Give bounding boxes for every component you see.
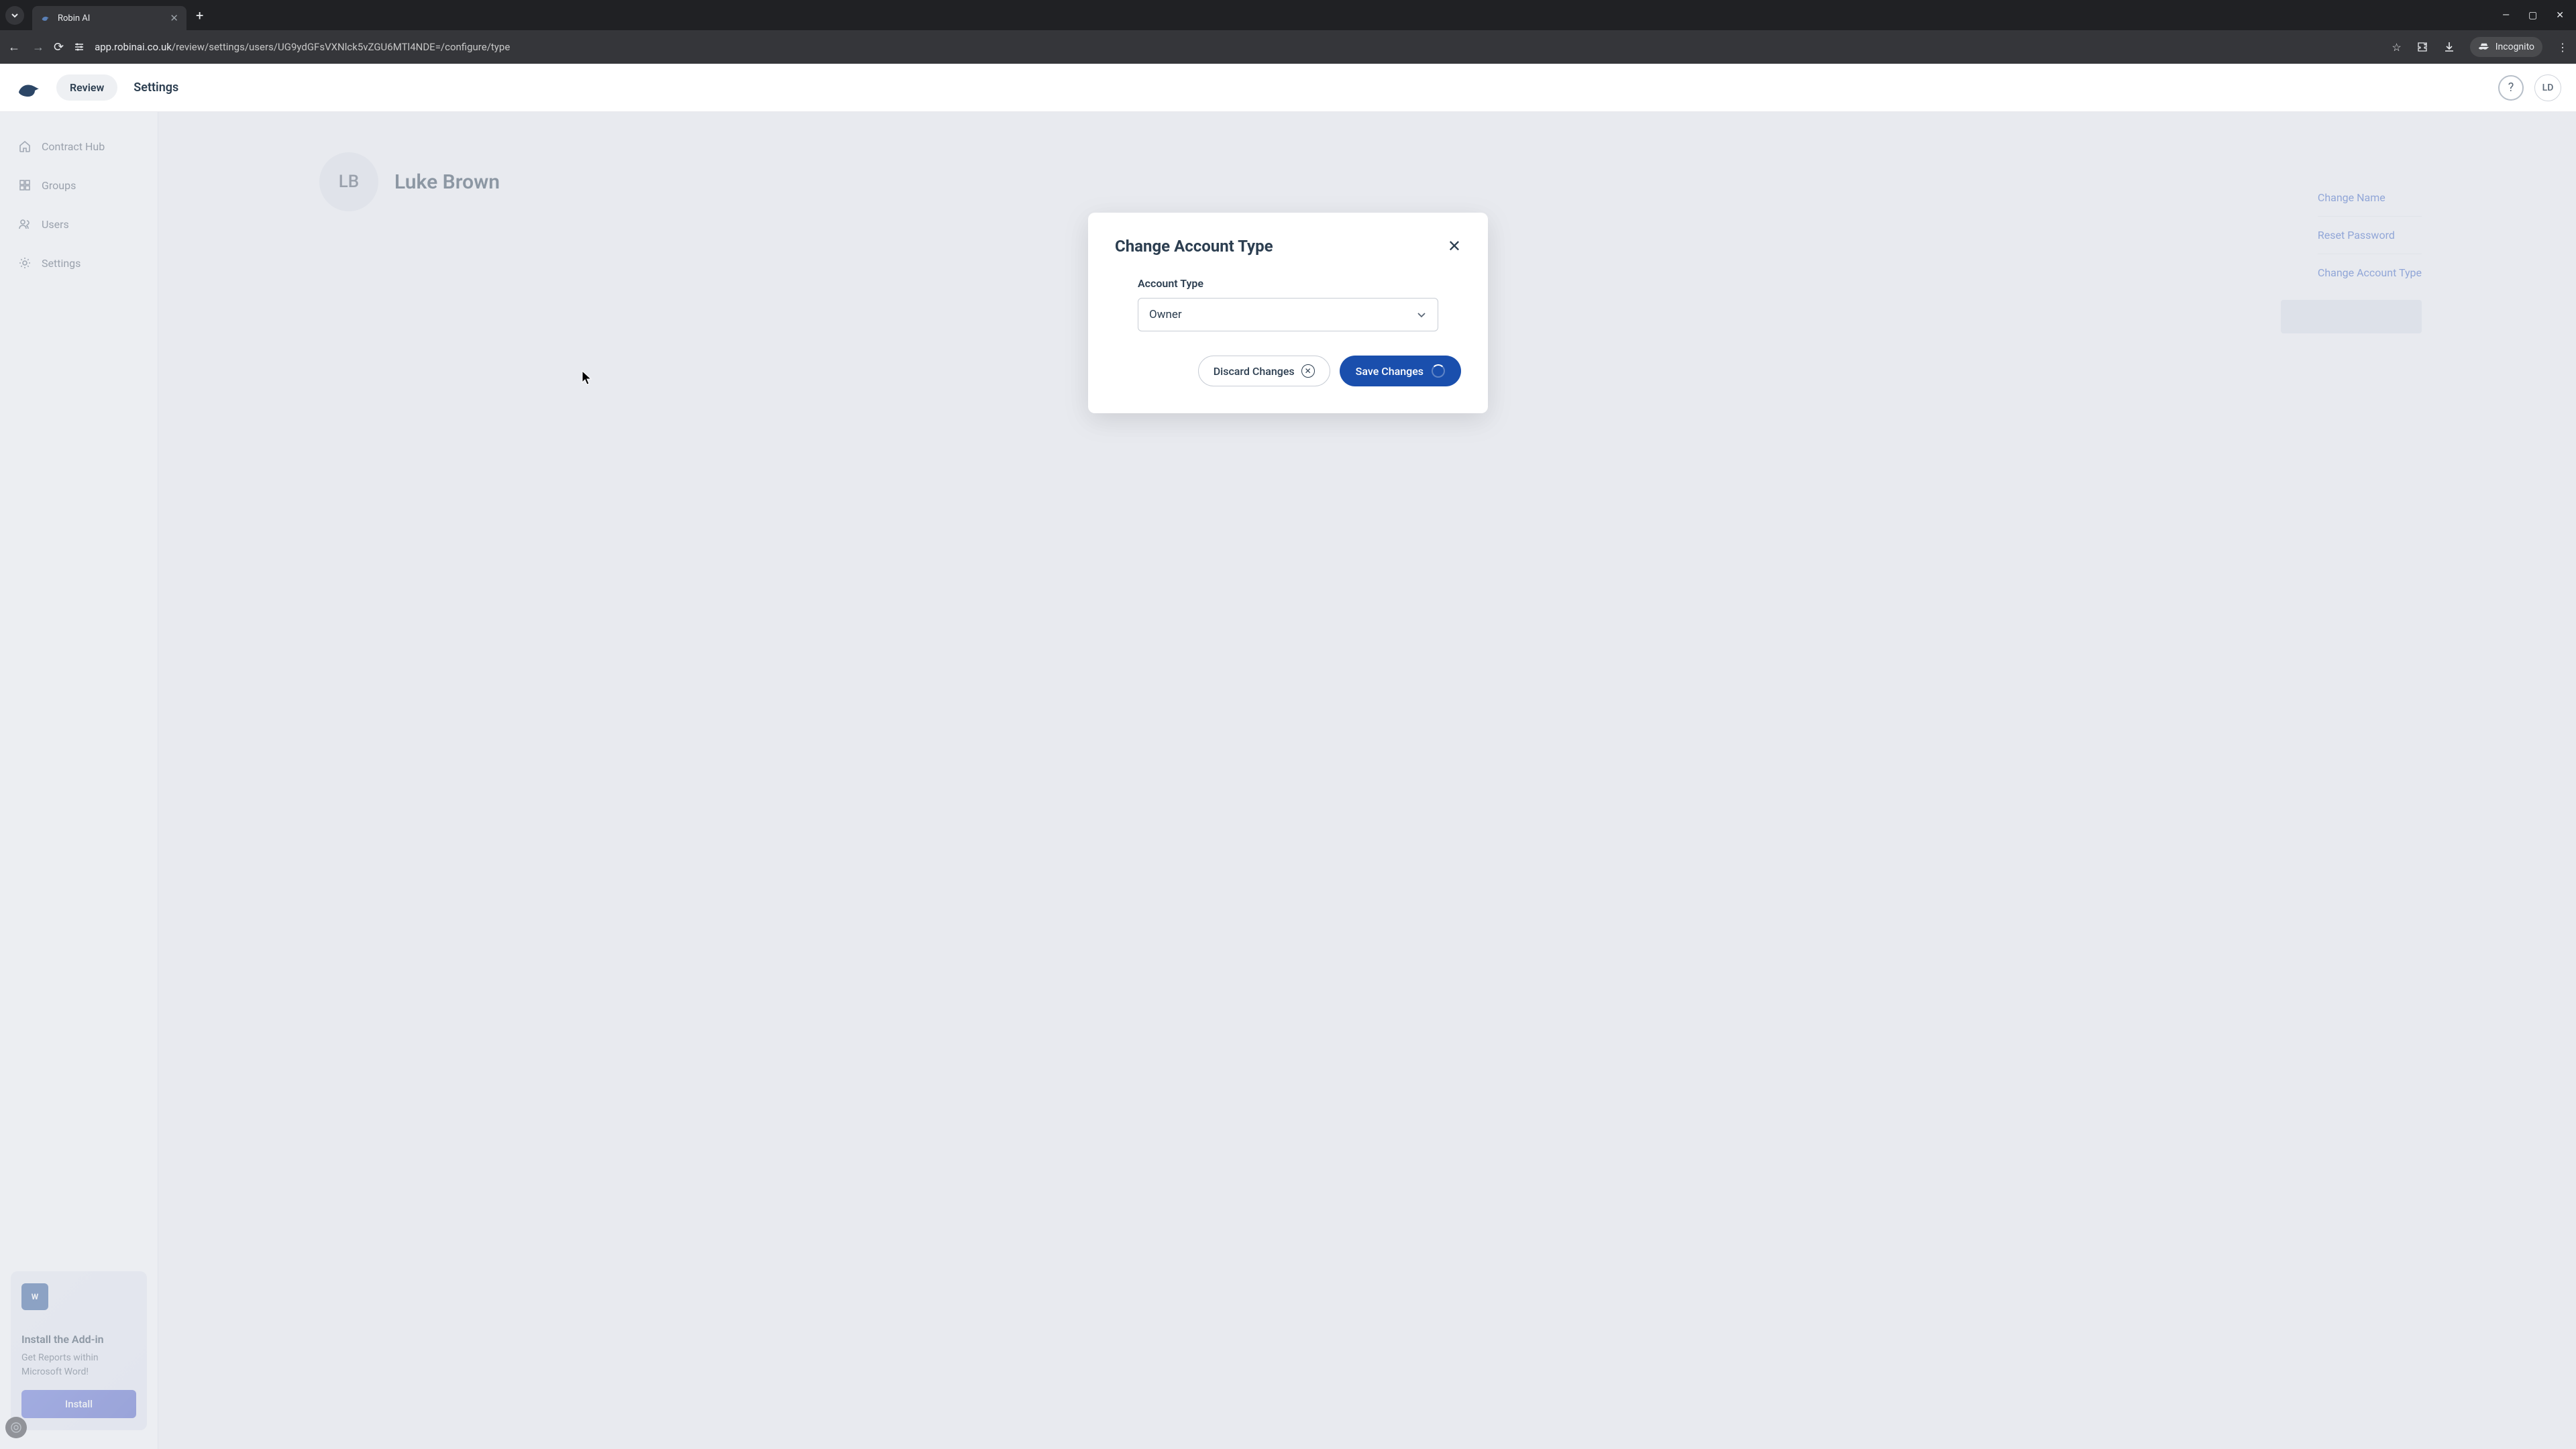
- change-account-type-modal: Change Account Type ✕ Account Type Owner…: [1088, 213, 1488, 413]
- bookmark-button[interactable]: ☆: [2392, 41, 2401, 54]
- nav-review[interactable]: Review: [56, 74, 117, 101]
- app-header: Review Settings ? LD: [0, 64, 2576, 112]
- browser-tab[interactable]: Robin AI ✕: [32, 6, 186, 30]
- loading-spinner-icon: [1432, 364, 1445, 378]
- select-value: Owner: [1149, 308, 1182, 321]
- chevron-down-icon: [11, 11, 19, 19]
- discard-changes-button[interactable]: Discard Changes ✕: [1198, 356, 1330, 386]
- nav-settings[interactable]: Settings: [133, 80, 178, 95]
- tab-search-button[interactable]: [5, 6, 24, 25]
- help-button[interactable]: ?: [2498, 75, 2524, 101]
- modal-close-button[interactable]: ✕: [1448, 237, 1461, 256]
- tab-close-button[interactable]: ✕: [170, 12, 178, 24]
- forward-button[interactable]: →: [32, 40, 44, 54]
- user-avatar-menu[interactable]: LD: [2534, 74, 2561, 101]
- account-type-select[interactable]: Owner: [1138, 298, 1438, 331]
- account-type-label: Account Type: [1138, 277, 1461, 290]
- browser-menu-button[interactable]: ⋮: [2557, 41, 2568, 54]
- extensions-button[interactable]: [2416, 41, 2428, 53]
- minimize-button[interactable]: —: [2502, 10, 2510, 21]
- modal-overlay[interactable]: Change Account Type ✕ Account Type Owner…: [0, 112, 2576, 1449]
- back-button[interactable]: ←: [8, 40, 20, 54]
- close-window-button[interactable]: ✕: [2556, 10, 2564, 21]
- maximize-button[interactable]: ▢: [2528, 10, 2537, 21]
- browser-toolbar: ← → ⟳ app.robinai.co.uk/review/settings/…: [0, 30, 2576, 64]
- incognito-badge[interactable]: Incognito: [2470, 37, 2542, 57]
- tab-title: Robin AI: [58, 13, 163, 23]
- modal-title: Change Account Type: [1115, 237, 1273, 256]
- browser-tab-strip: Robin AI ✕ + — ▢ ✕: [0, 0, 2576, 30]
- window-controls: — ▢ ✕: [2502, 10, 2571, 21]
- robin-favicon: [40, 13, 51, 23]
- incognito-icon: [2478, 41, 2490, 53]
- reload-button[interactable]: ⟳: [54, 40, 64, 54]
- x-circle-icon: ✕: [1301, 364, 1315, 378]
- chevron-down-icon: [1416, 309, 1427, 320]
- robin-logo[interactable]: [15, 77, 44, 99]
- downloads-button[interactable]: [2443, 41, 2455, 53]
- site-settings-icon[interactable]: [73, 41, 85, 53]
- address-bar[interactable]: app.robinai.co.uk/review/settings/users/…: [95, 41, 2382, 53]
- new-tab-button[interactable]: +: [196, 7, 203, 23]
- save-changes-button[interactable]: Save Changes: [1340, 356, 1461, 386]
